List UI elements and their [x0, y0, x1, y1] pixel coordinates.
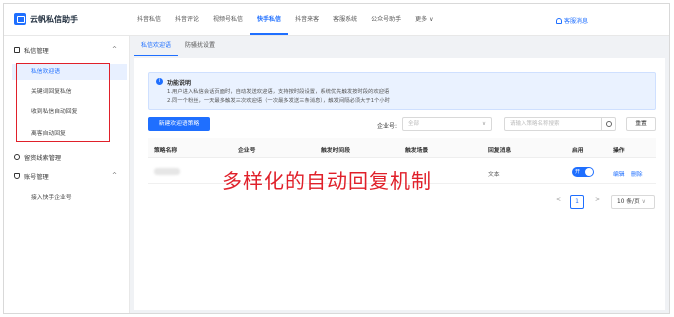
- search-placeholder: 请输入策略名称搜索: [510, 121, 560, 127]
- nav-item-kuaishou-dm[interactable]: 快手私信: [250, 4, 289, 35]
- sidebar-group-clue-management[interactable]: 留资线索管理: [4, 150, 129, 164]
- reset-button[interactable]: 重置: [626, 117, 656, 131]
- enable-toggle[interactable]: 开: [572, 167, 594, 177]
- search-icon[interactable]: [601, 118, 615, 130]
- page-size-select[interactable]: 10 条/页 ∨: [611, 195, 655, 209]
- brand-name: 云帆私信助手: [30, 14, 78, 24]
- promo-overlay-caption: 多样化的自动回复机制: [222, 169, 432, 193]
- nav-more-dropdown[interactable]: 更多 ∨: [408, 4, 440, 35]
- prev-page-button[interactable]: <: [556, 196, 561, 203]
- chevron-up-icon: ^: [111, 46, 117, 53]
- chevron-down-icon: ∨: [481, 121, 486, 127]
- chevron-down-icon: ∨: [429, 16, 434, 23]
- table-header: 策略名称 企业号 触发时间段 触发场景 回复消息 启用 操作: [148, 138, 656, 158]
- nav-item-douyin-laike[interactable]: 抖音来客: [288, 4, 326, 35]
- brand: 云帆私信助手: [14, 13, 78, 25]
- next-page-button[interactable]: >: [595, 196, 600, 203]
- nav-item-official-account[interactable]: 公众号助手: [364, 4, 408, 35]
- delete-link[interactable]: 删除: [631, 169, 643, 178]
- enterprise-select-value: 全部: [408, 121, 420, 127]
- sidebar-group-dm-management[interactable]: 私信管理 ^: [4, 43, 129, 57]
- message-icon: [14, 47, 20, 53]
- info-notice: i 功能说明 1.用户进入私信会话页面时，自动发送欢迎语，支持按时段设置，系统优…: [148, 72, 656, 110]
- bell-icon: [556, 17, 562, 24]
- chevron-down-icon: ∨: [641, 199, 646, 205]
- sidebar-group-label: 留资线索管理: [24, 154, 62, 162]
- page-size-value: 10 条/页: [617, 199, 640, 205]
- enterprise-select[interactable]: 全部 ∨: [402, 117, 492, 131]
- notice-title: 功能说明: [167, 80, 192, 87]
- app-window: 云帆私信助手 抖音私信 抖音评论 视频号私信 快手私信 抖音来客 客服系统 公众…: [3, 3, 670, 314]
- top-navigation: 云帆私信助手 抖音私信 抖音评论 视频号私信 快手私信 抖音来客 客服系统 公众…: [4, 4, 669, 36]
- column-header: 触发场景: [405, 148, 429, 154]
- chat-app-logo-icon: [14, 13, 26, 25]
- customer-messages-link[interactable]: 客服消息: [556, 16, 588, 25]
- notice-line: 1.用户进入私信会话页面时，自动发送欢迎语，支持按时段设置，系统优先触发按时段的…: [167, 89, 390, 95]
- column-header: 回复消息: [488, 148, 512, 154]
- strategy-search-input[interactable]: 请输入策略名称搜索: [504, 117, 616, 131]
- column-header: 操作: [613, 148, 625, 154]
- column-header: 触发时间段: [321, 148, 350, 154]
- sidebar-group-label: 私信管理: [24, 47, 49, 55]
- highlight-box: [16, 63, 110, 142]
- clue-icon: [14, 154, 20, 160]
- column-header: 企业号: [238, 148, 256, 154]
- blurred-strategy-name: [154, 168, 180, 175]
- nav-item-channels-dm[interactable]: 视频号私信: [206, 4, 250, 35]
- sidebar-group-label: 账号管理: [24, 173, 49, 181]
- notice-line: 2.同一个粉丝，一天最多触发三次欢迎语（一次最多发送三条消息），触发间隔必须大于…: [167, 98, 390, 104]
- tab-anti-harassment[interactable]: 防骚扰设置: [178, 36, 222, 56]
- nav-item-douyin-dm[interactable]: 抖音私信: [130, 4, 168, 35]
- nav-item-douyin-comments[interactable]: 抖音评论: [168, 4, 206, 35]
- column-header: 启用: [572, 148, 584, 154]
- chevron-up-icon: ^: [111, 172, 117, 179]
- account-icon: [14, 173, 20, 179]
- enterprise-filter-label: 企业号:: [377, 123, 398, 130]
- new-strategy-button[interactable]: 新建欢迎语策略: [148, 117, 210, 131]
- column-header: 策略名称: [154, 148, 178, 154]
- tab-bar: 私信欢迎语 防骚扰设置: [130, 36, 669, 56]
- customer-messages-label: 客服消息: [564, 18, 589, 25]
- nav-menu: 抖音私信 抖音评论 视频号私信 快手私信 抖音来客 客服系统 公众号助手 更多 …: [130, 4, 441, 35]
- sidebar-item-connect-kuaishou[interactable]: 接入快手企业号: [12, 190, 127, 206]
- reply-type-cell: 文本: [488, 172, 500, 178]
- sidebar-group-account-management[interactable]: 账号管理 ^: [4, 169, 129, 183]
- tab-welcome[interactable]: 私信欢迎语: [134, 36, 179, 56]
- current-page-button[interactable]: 1: [570, 195, 584, 209]
- toggle-label: 开: [575, 169, 581, 175]
- info-icon: i: [156, 78, 163, 85]
- nav-item-customer-service[interactable]: 客服系统: [326, 4, 364, 35]
- nav-more-label: 更多: [415, 16, 428, 23]
- edit-link[interactable]: 编辑: [613, 169, 625, 178]
